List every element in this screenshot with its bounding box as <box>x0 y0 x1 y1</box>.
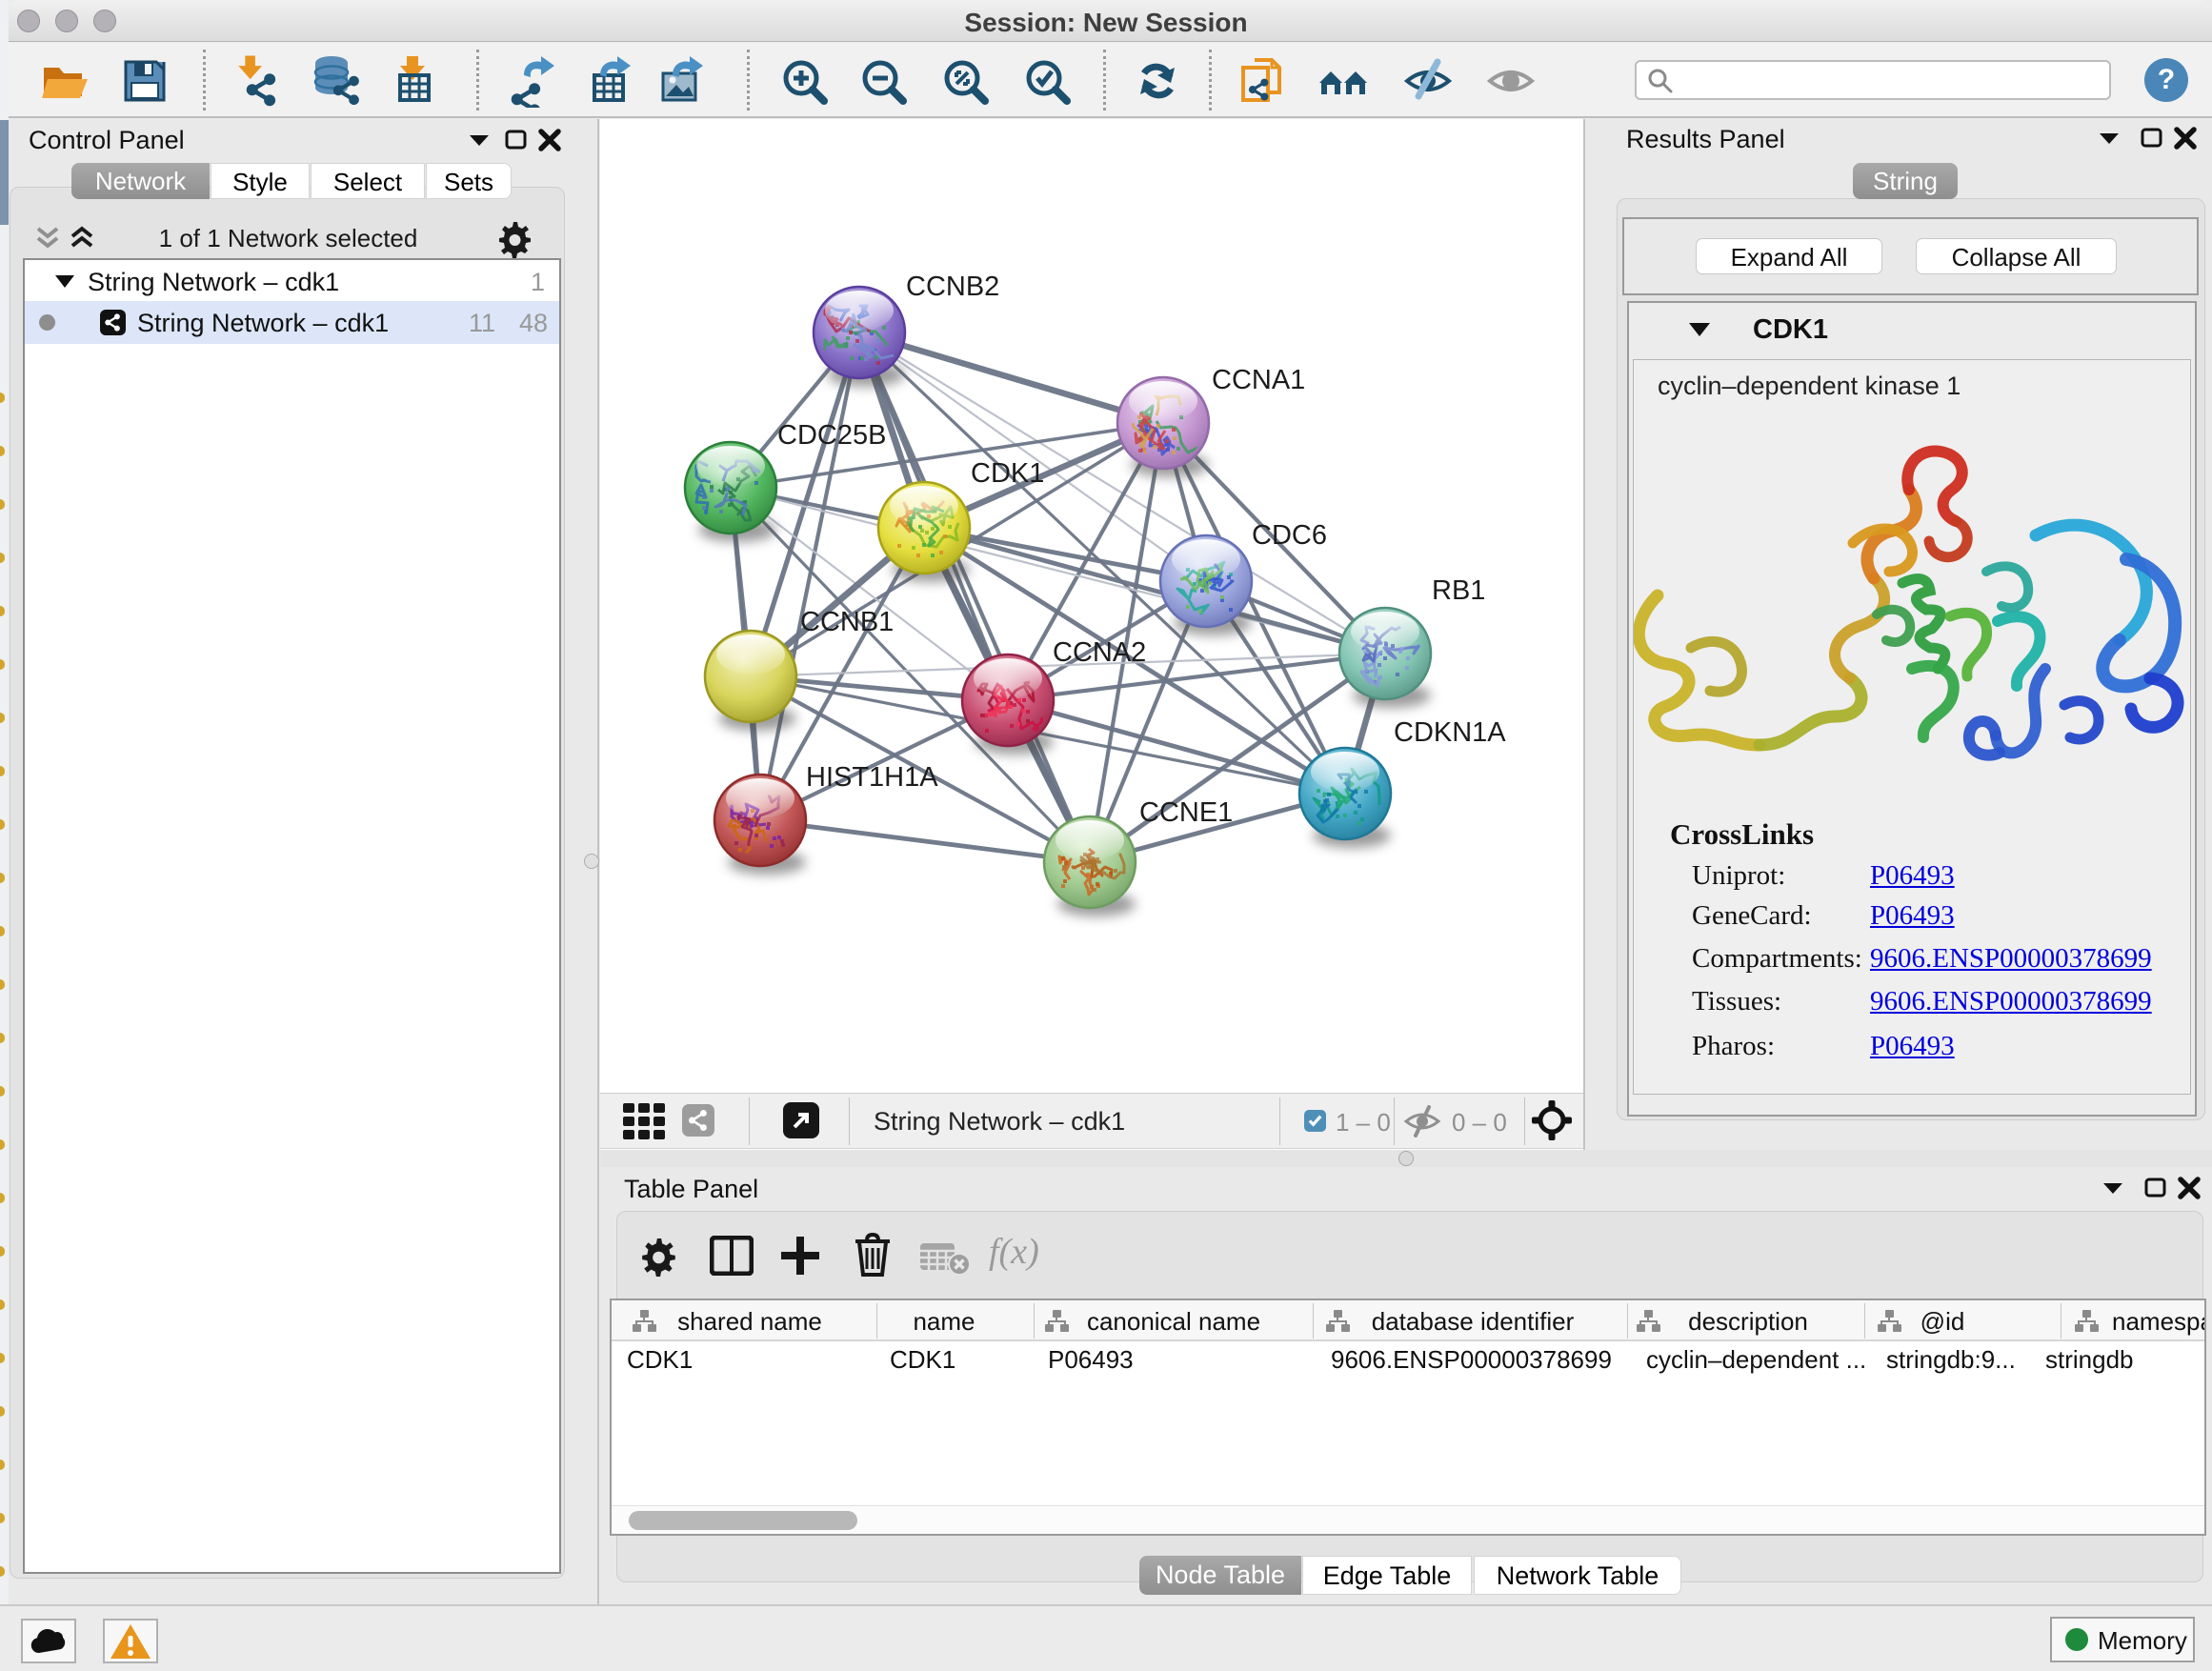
svg-text:CDC25B: CDC25B <box>777 420 886 451</box>
svg-text:CDC6: CDC6 <box>1252 520 1327 551</box>
svg-text:CCNA1: CCNA1 <box>1212 365 1305 395</box>
svg-text:RB1: RB1 <box>1432 575 1485 606</box>
svg-text:CCNE1: CCNE1 <box>1139 797 1233 828</box>
svg-text:CDK1: CDK1 <box>971 458 1044 489</box>
svg-text:CDKN1A: CDKN1A <box>1394 717 1506 748</box>
svg-text:CCNB2: CCNB2 <box>906 272 999 302</box>
svg-text:CCNA2: CCNA2 <box>1053 637 1146 668</box>
svg-text:HIST1H1A: HIST1H1A <box>806 762 938 793</box>
svg-text:CCNB1: CCNB1 <box>800 607 894 637</box>
